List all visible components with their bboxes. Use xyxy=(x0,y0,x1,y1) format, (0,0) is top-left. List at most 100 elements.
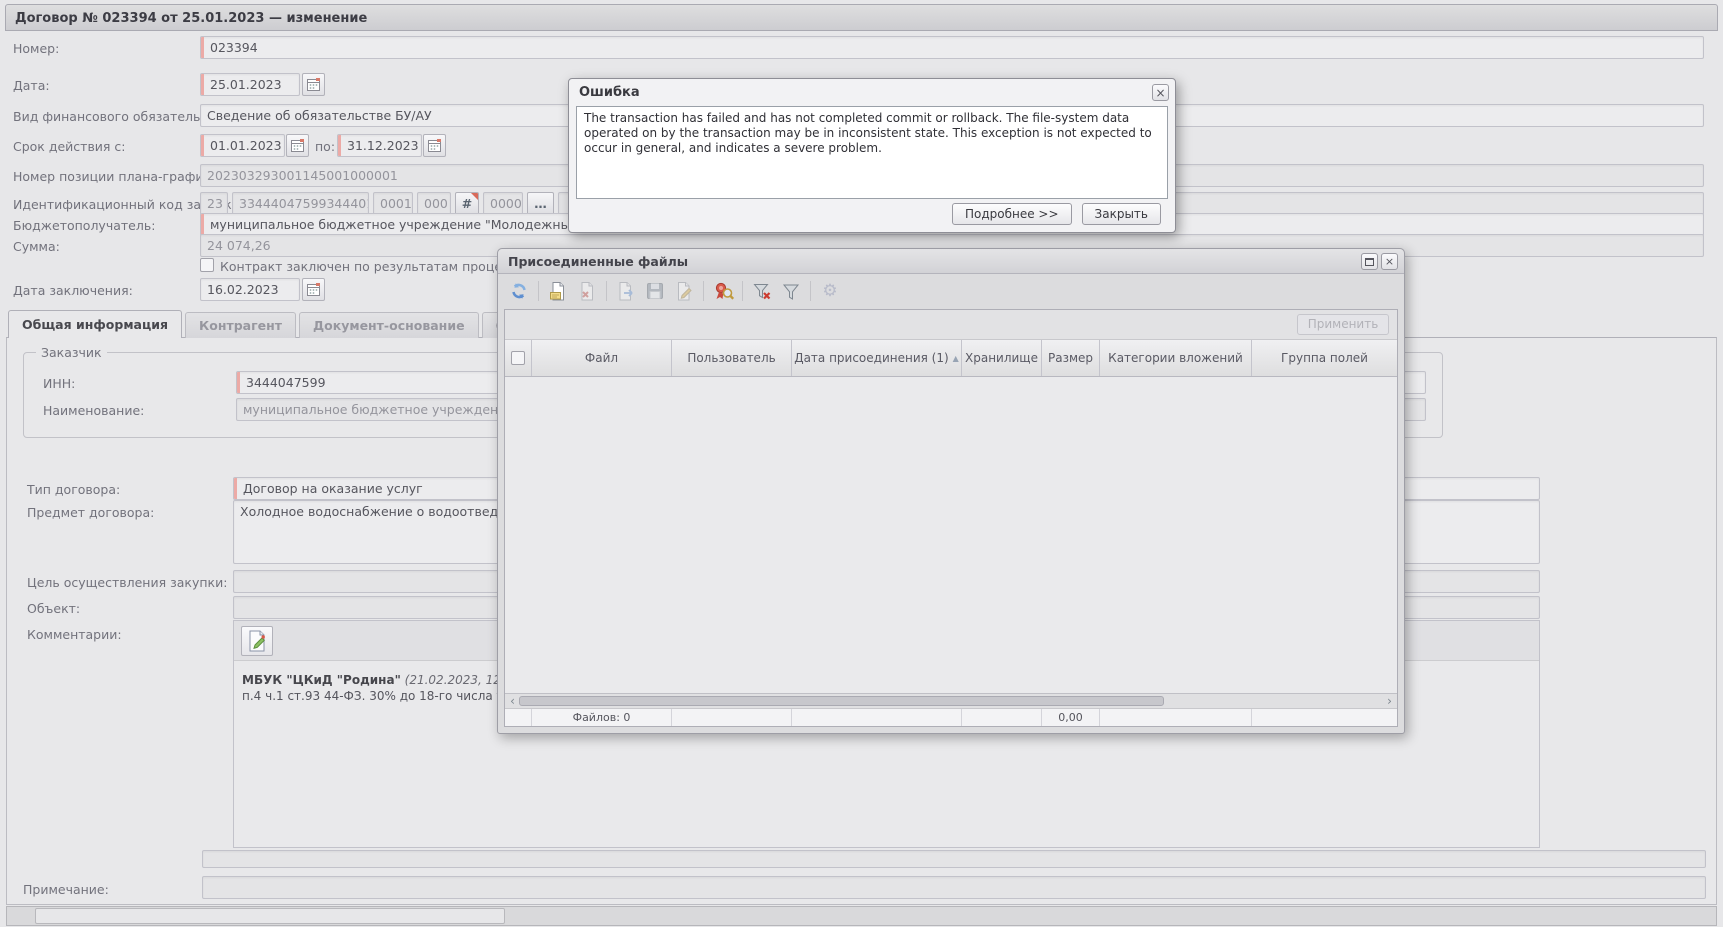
data-label: Дата: xyxy=(13,78,50,93)
comments-footer-strip xyxy=(202,850,1706,868)
summa-label: Сумма: xyxy=(13,239,60,254)
close-icon: × xyxy=(1155,87,1165,99)
toolbar-separator xyxy=(606,281,607,301)
attached-files-window: Присоединенные файлы × xyxy=(497,248,1405,734)
comment-meta: (21.02.2023, 12:16: xyxy=(405,673,504,687)
close-window-button[interactable]: × xyxy=(1381,253,1398,270)
tab-counterparty[interactable]: Контрагент xyxy=(185,312,296,338)
delete-file-button[interactable] xyxy=(575,279,599,303)
po-label: по: xyxy=(315,139,335,154)
column-header-size[interactable]: Размер xyxy=(1042,340,1100,376)
save-button[interactable] xyxy=(643,279,667,303)
toolbar-separator xyxy=(703,281,704,301)
contract-type-label: Тип договора: xyxy=(27,482,120,497)
srok-from-input[interactable]: 01.01.2023 xyxy=(200,134,285,157)
column-header-user[interactable]: Пользователь xyxy=(672,340,792,376)
toolbar-separator xyxy=(810,281,811,301)
close-error-button[interactable]: Закрыть xyxy=(1082,203,1161,225)
tab-general-info[interactable]: Общая информация xyxy=(8,310,182,338)
attach-file-button[interactable] xyxy=(546,279,570,303)
nomer-input[interactable]: 023394 xyxy=(200,36,1704,59)
tab-base-document[interactable]: Документ-основание xyxy=(299,312,479,338)
ikz-seg5-input: 0000 xyxy=(483,192,523,215)
toolbar-separator xyxy=(742,281,743,301)
grid-scrollbar-thumb[interactable] xyxy=(519,696,1164,706)
comments-label: Комментарии: xyxy=(27,627,122,642)
select-all-checkbox[interactable] xyxy=(511,351,525,365)
scroll-right-icon[interactable]: › xyxy=(1383,694,1396,708)
filter-button[interactable] xyxy=(779,279,803,303)
maximize-button[interactable] xyxy=(1361,253,1378,270)
edit-file-button[interactable] xyxy=(672,279,696,303)
close-icon: × xyxy=(1385,256,1394,267)
ikz-seg4-input: 000 xyxy=(417,192,451,215)
srok-to-calendar-button[interactable] xyxy=(423,134,446,157)
filter-clear-button[interactable] xyxy=(750,279,774,303)
add-comment-button[interactable] xyxy=(241,626,273,656)
column-header-file[interactable]: Файл xyxy=(532,340,672,376)
comment-author: МБУК "ЦКиД "Родина" xyxy=(242,673,401,687)
save-icon xyxy=(645,281,665,301)
form-scrollbar-thumb[interactable] xyxy=(35,908,505,924)
select-all-column-header[interactable] xyxy=(505,340,532,376)
column-header-categories[interactable]: Категории вложений xyxy=(1100,340,1252,376)
note-label: Примечание: xyxy=(23,882,109,897)
apply-bar: Применить xyxy=(505,310,1397,340)
refresh-icon xyxy=(509,281,529,301)
contract-procedure-checkbox[interactable] xyxy=(200,258,214,272)
comment-text-line: п.4 ч.1 ст.93 44-ФЗ. 30% до 18-го числа … xyxy=(242,689,504,703)
details-button[interactable]: Подробнее >> xyxy=(952,203,1072,225)
customer-legend: Заказчик xyxy=(36,345,107,360)
export-file-icon xyxy=(616,281,636,301)
attached-files-grid: Применить Файл Пользователь Дата присоед… xyxy=(504,309,1398,727)
column-header-storage[interactable]: Хранилище xyxy=(962,340,1042,376)
scroll-left-icon[interactable]: ‹ xyxy=(506,694,519,708)
error-dialog-title: Ошибка xyxy=(579,85,640,100)
grid-header-row: Файл Пользователь Дата присоединения (1)… xyxy=(505,340,1397,377)
srok-from-calendar-button[interactable] xyxy=(286,134,309,157)
refresh-button[interactable] xyxy=(507,279,531,303)
maximize-icon xyxy=(1365,258,1374,266)
error-dialog: Ошибка × The transaction has failed and … xyxy=(568,78,1176,233)
delete-file-icon xyxy=(577,281,597,301)
ikz-seg3-input: 0001 xyxy=(373,192,413,215)
attached-files-titlebar[interactable]: Присоединенные файлы × xyxy=(498,249,1404,274)
files-count-summary: Файлов: 0 xyxy=(532,709,672,726)
calendar-icon xyxy=(307,283,320,296)
zakl-input[interactable]: 16.02.2023 xyxy=(200,278,300,301)
ikz-dots-button[interactable]: … xyxy=(527,192,554,215)
grid-horizontal-scrollbar[interactable]: ‹ › xyxy=(505,693,1397,708)
grid-body-empty[interactable] xyxy=(505,377,1397,693)
data-calendar-button[interactable] xyxy=(302,73,325,96)
form-horizontal-scrollbar[interactable] xyxy=(6,906,1717,926)
srok-to-input[interactable]: 31.12.2023 xyxy=(337,134,422,157)
note-input[interactable] xyxy=(202,876,1706,899)
customer-name-label: Наименование: xyxy=(43,403,144,418)
column-header-fieldgroup[interactable]: Группа полей xyxy=(1252,340,1397,376)
filter-icon xyxy=(781,281,801,301)
ikz-hash-button[interactable]: # xyxy=(455,192,479,215)
inn-label: ИНН: xyxy=(43,376,75,391)
signature-check-button[interactable] xyxy=(711,279,735,303)
attached-files-title: Присоединенные файлы xyxy=(508,254,688,269)
column-header-date-label: Дата присоединения (1) xyxy=(794,351,948,365)
column-header-date[interactable]: Дата присоединения (1) ▲ xyxy=(792,340,962,376)
size-total-summary: 0,00 xyxy=(1042,709,1100,726)
comment-header-line: МБУК "ЦКиД "Родина" (21.02.2023, 12:16: xyxy=(242,673,504,687)
calendar-icon xyxy=(291,139,304,152)
contract-window-title: Договор № 023394 от 25.01.2023 — изменен… xyxy=(15,11,367,26)
ellipsis-icon: … xyxy=(534,196,547,211)
error-dialog-close-button[interactable]: × xyxy=(1152,84,1169,101)
apply-button[interactable]: Применить xyxy=(1297,314,1389,335)
settings-button[interactable]: ⚙ xyxy=(818,279,842,303)
zakl-calendar-button[interactable] xyxy=(302,278,325,301)
edit-document-icon xyxy=(245,629,269,653)
object-label: Объект: xyxy=(27,601,80,616)
ikz-seg1-input: 23 xyxy=(200,192,228,215)
data-input[interactable]: 25.01.2023 xyxy=(200,73,300,96)
export-file-button[interactable] xyxy=(614,279,638,303)
contract-procedure-checkbox-label: Контракт заключен по результатам процеду… xyxy=(220,259,526,274)
budget-label: Бюджетополучатель: xyxy=(13,218,155,233)
edit-file-icon xyxy=(674,281,694,301)
signature-check-icon xyxy=(713,281,734,301)
